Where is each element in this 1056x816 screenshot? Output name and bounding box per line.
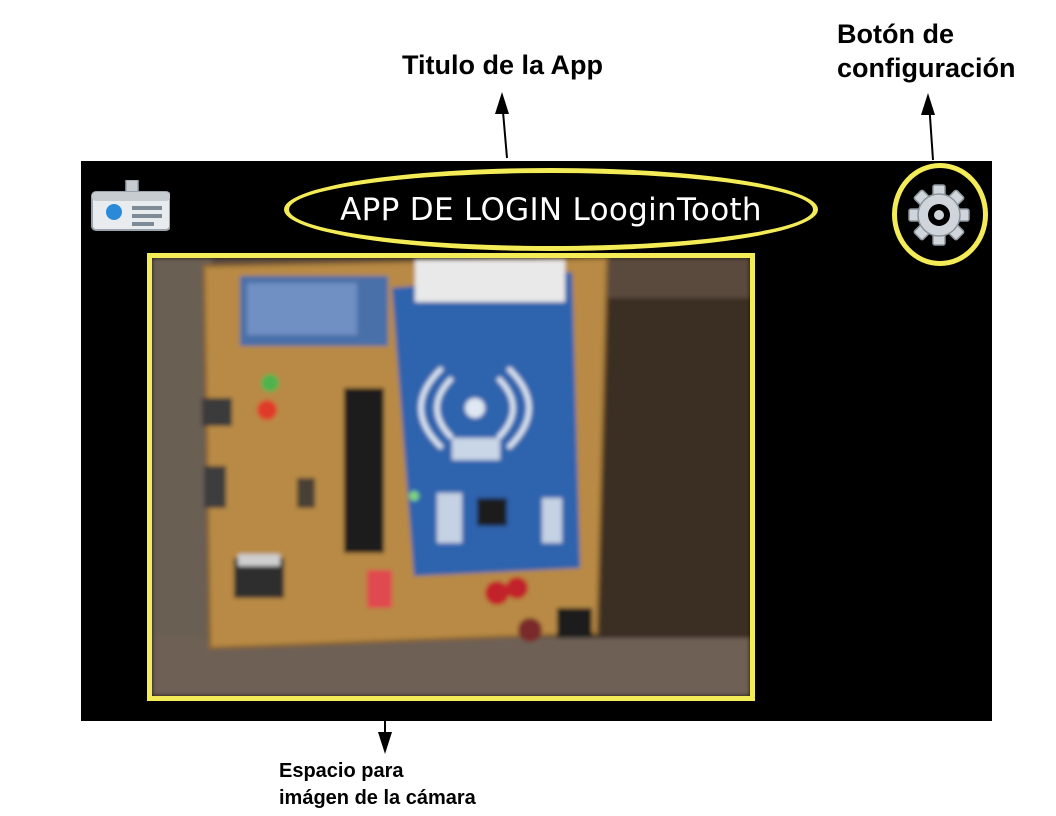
title-arrow — [501, 99, 508, 159]
id-card-icon[interactable] — [88, 180, 170, 232]
camera-annotation-line1: Espacio para — [279, 760, 404, 782]
camera-annotation-line2: imágen de la cámara — [279, 787, 476, 809]
camera-image — [152, 258, 750, 696]
title-annotation-label: Titulo de la App — [402, 50, 603, 80]
config-annotation-line1: Botón de — [837, 19, 954, 49]
config-annotation-line2: configuración — [837, 53, 1016, 83]
title-arrowhead — [495, 92, 509, 114]
app-screen: APP DE LOGIN LooginTooth — [81, 161, 992, 721]
app-title: APP DE LOGIN LooginTooth — [340, 191, 762, 228]
config-arrow — [928, 101, 934, 161]
camera-arrowhead — [378, 732, 392, 754]
camera-annotation-label: Espacio para imágen de la cámara — [279, 758, 476, 812]
config-arrowhead — [921, 93, 935, 115]
gear-icon[interactable] — [907, 183, 971, 247]
camera-preview — [147, 253, 755, 701]
config-annotation-label: Botón de configuración — [837, 17, 1016, 85]
